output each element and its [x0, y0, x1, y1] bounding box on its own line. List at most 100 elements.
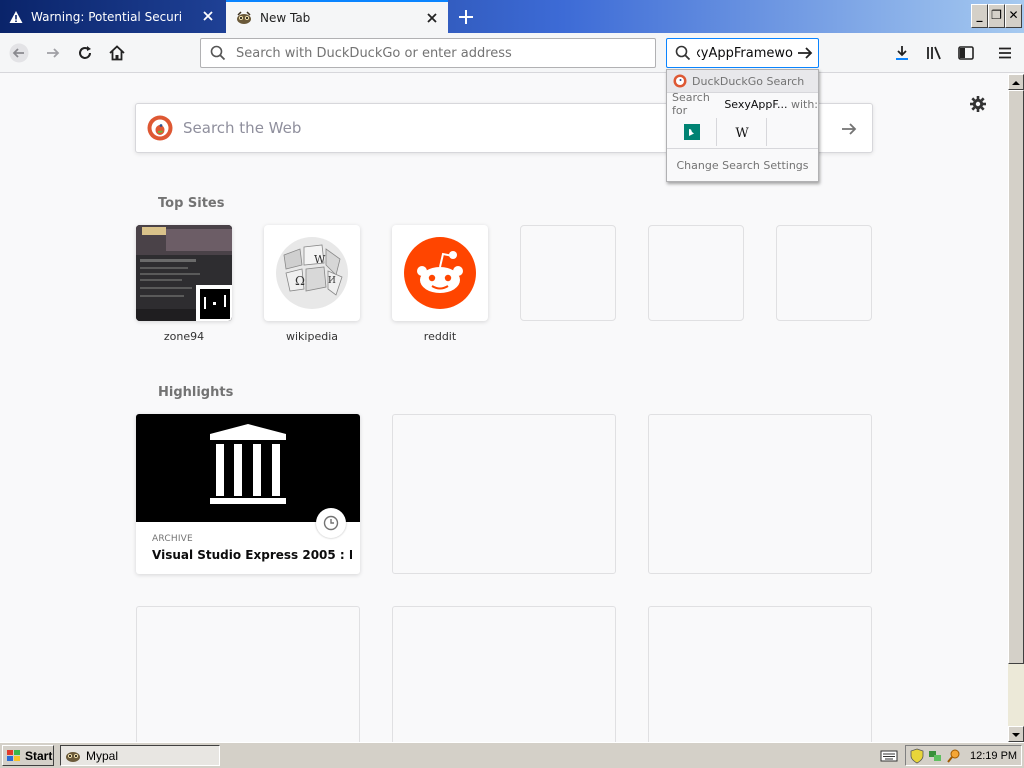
- search-bar[interactable]: SexyAppFramewo: [666, 38, 819, 68]
- library-icon: [927, 46, 941, 60]
- sidebar-button[interactable]: [952, 39, 980, 67]
- network-icon[interactable]: [927, 748, 943, 764]
- search-for-prefix: Search for: [672, 91, 710, 117]
- top-site-thumbnail: Ω W И: [264, 225, 360, 321]
- mypal-favicon-icon: [237, 10, 251, 24]
- duckduckgo-logo-icon: [147, 115, 173, 141]
- search-icon: [675, 45, 691, 61]
- hamburger-menu-icon: [999, 47, 1011, 59]
- engine-wikipedia-button[interactable]: W: [717, 117, 767, 146]
- archive-building-icon: [210, 424, 286, 504]
- engine-empty-slot: [767, 118, 817, 146]
- scroll-up-arrow-icon: [1012, 81, 1020, 85]
- wikipedia-w-icon: W: [735, 126, 749, 139]
- highlight-placeholder: [648, 606, 872, 742]
- start-label: Start: [25, 748, 53, 763]
- web-search-placeholder: Search the Web: [183, 119, 302, 137]
- svg-text:Ω: Ω: [295, 274, 305, 288]
- search-bar-input[interactable]: SexyAppFramewo: [697, 46, 793, 61]
- svg-text:И: И: [328, 276, 336, 286]
- scroll-down-button[interactable]: [1008, 726, 1024, 742]
- downloads-button[interactable]: [888, 39, 916, 67]
- reload-icon: [79, 46, 91, 59]
- magnifier-tray-icon[interactable]: [946, 748, 962, 764]
- highlight-image: [136, 414, 360, 522]
- home-icon: [109, 45, 125, 61]
- new-tab-page: Search the Web Top Sites zone94 Ω W И wi…: [0, 74, 1008, 742]
- current-engine-label: DuckDuckGo Search: [692, 74, 805, 88]
- change-search-settings-label: Change Search Settings: [676, 158, 809, 172]
- close-tab-icon[interactable]: [200, 8, 216, 24]
- highlight-placeholder: [392, 606, 616, 742]
- scroll-down-arrow-icon: [1012, 733, 1020, 737]
- keyboard-icon[interactable]: [880, 749, 898, 763]
- top-site-reddit[interactable]: reddit: [392, 225, 488, 343]
- search-for-suffix: with:: [790, 97, 818, 111]
- wikipedia-globe-icon: Ω W И: [276, 237, 348, 309]
- mypal-icon: [66, 751, 80, 762]
- change-search-settings-button[interactable]: Change Search Settings: [667, 149, 818, 181]
- menu-button[interactable]: [991, 39, 1019, 67]
- current-engine-row[interactable]: DuckDuckGo Search: [667, 70, 818, 93]
- search-icon: [210, 45, 226, 61]
- highlight-placeholder: [136, 606, 360, 742]
- tab-title: Warning: Potential Security Risk Ahead: [31, 9, 181, 24]
- windows-logo-icon: [7, 749, 20, 761]
- taskbar-item-mypal[interactable]: Mypal: [60, 745, 220, 766]
- taskbar: Start Mypal 12:19 PM: [0, 742, 1024, 768]
- reload-button[interactable]: [71, 39, 99, 67]
- address-bar-placeholder: Search with DuckDuckGo or enter address: [236, 45, 512, 61]
- shield-icon[interactable]: [910, 748, 924, 764]
- top-site-label: zone94: [163, 330, 205, 343]
- minimize-button[interactable]: _: [971, 4, 988, 28]
- forward-button[interactable]: [39, 39, 67, 67]
- bing-icon: [683, 123, 700, 140]
- tab-title: New Tab: [260, 10, 311, 25]
- top-site-label: reddit: [423, 330, 457, 343]
- highlight-card[interactable]: ARCHIVE Visual Studio Express 2005 : Mic…: [136, 414, 360, 574]
- system-tray: 12:19 PM: [905, 745, 1022, 766]
- scroll-up-button[interactable]: [1008, 74, 1024, 90]
- highlight-title: Visual Studio Express 2005 : Micr...: [152, 548, 352, 562]
- restore-button[interactable]: ❐: [988, 4, 1005, 28]
- highlight-source: ARCHIVE: [152, 534, 193, 544]
- sidebar-icon: [958, 46, 974, 60]
- start-button[interactable]: Start: [2, 745, 54, 766]
- scrollbar-thumb[interactable]: [1008, 90, 1024, 664]
- vertical-scrollbar[interactable]: [1008, 74, 1024, 742]
- address-bar[interactable]: Search with DuckDuckGo or enter address: [200, 38, 656, 68]
- highlight-placeholder: [392, 414, 616, 574]
- search-for-line: Search for SexyAppF... with:: [667, 91, 818, 117]
- highlights-heading: Highlights: [158, 385, 234, 400]
- warning-icon: [9, 10, 23, 23]
- library-button[interactable]: [920, 39, 948, 67]
- top-site-wikipedia[interactable]: Ω W И wikipedia: [264, 225, 360, 343]
- back-arrow-icon: [9, 43, 29, 63]
- gear-icon[interactable]: [969, 95, 987, 113]
- top-site-thumbnail: [136, 225, 232, 321]
- engine-bing-button[interactable]: [667, 117, 717, 146]
- tab-new-tab[interactable]: New Tab: [226, 0, 448, 33]
- search-submit-arrow-icon[interactable]: [840, 120, 858, 138]
- taskbar-item-label: Mypal: [86, 748, 119, 763]
- search-suggestions-popup: DuckDuckGo Search Search for SexyAppF...…: [666, 69, 819, 182]
- duckduckgo-icon: [673, 74, 687, 88]
- top-site-empty: [776, 225, 872, 321]
- home-button[interactable]: [103, 39, 131, 67]
- top-site-zone94[interactable]: zone94: [136, 225, 232, 343]
- top-site-label: wikipedia: [285, 330, 338, 343]
- back-button[interactable]: [5, 39, 33, 67]
- close-window-button[interactable]: ✕: [1005, 4, 1022, 28]
- search-go-arrow-icon[interactable]: [796, 44, 814, 62]
- system-clock: 12:19 PM: [970, 749, 1018, 762]
- close-tab-icon[interactable]: [424, 10, 440, 26]
- svg-text:W: W: [735, 126, 749, 139]
- svg-text:W: W: [314, 253, 326, 266]
- top-site-empty: [520, 225, 616, 321]
- one-off-engines: W: [667, 115, 818, 149]
- reddit-alien-icon: [404, 237, 476, 309]
- clock-icon: [316, 508, 346, 538]
- tab-security-warning[interactable]: Warning: Potential Security Risk Ahead: [0, 0, 224, 33]
- navigation-toolbar: Search with DuckDuckGo or enter address …: [0, 33, 1024, 73]
- new-tab-plus-icon[interactable]: [455, 6, 477, 28]
